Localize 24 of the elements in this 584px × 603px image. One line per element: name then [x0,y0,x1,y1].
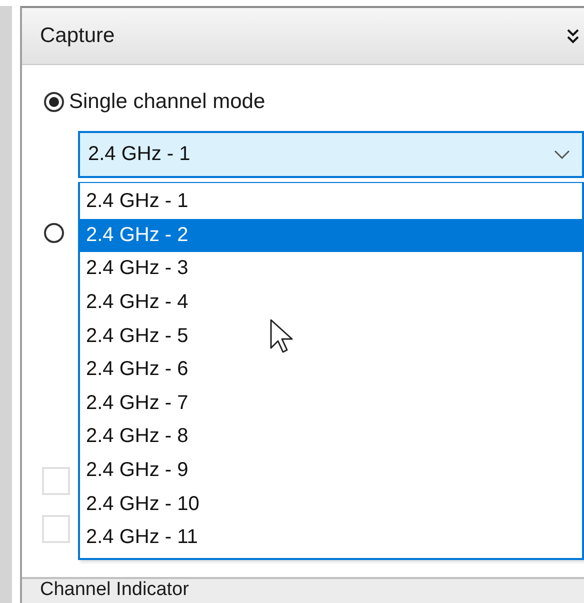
dropdown-option[interactable]: 2.4 GHz - 2 [80,218,582,252]
dropdown-option[interactable]: 2.4 GHz - 6 [80,352,582,387]
dropdown-option[interactable]: 2.4 GHz - 3 [80,252,582,286]
dropdown-option[interactable]: 2.4 GHz - 5 [80,319,582,353]
dropdown-option[interactable]: 2.4 GHz - 4 [80,286,582,320]
dropdown-option[interactable]: 2.4 GHz - 11 [80,520,582,555]
radio-button[interactable] [44,223,64,243]
channel-dropdown[interactable]: 2.4 GHz - 1 [78,131,584,178]
checkbox[interactable] [42,515,70,543]
panel-title: Capture [40,24,115,48]
panel-header[interactable]: Capture [22,8,584,65]
panel-title: Channel Indicator [40,579,189,601]
dropdown-option[interactable]: 2.4 GHz - 10 [80,487,582,521]
mouse-cursor-icon [270,319,294,355]
radio-button[interactable] [44,92,64,112]
radio-label: Single channel mode [69,90,266,114]
dropdown-option[interactable]: 2.4 GHz - 7 [80,386,582,420]
chevron-icon[interactable] [566,27,580,45]
dropdown-option[interactable]: 2.4 GHz - 8 [80,420,582,454]
checkbox[interactable] [42,467,70,495]
chevron-down-icon [554,150,570,159]
dropdown-option[interactable]: 2.4 GHz - 9 [80,454,582,488]
dropdown-option[interactable]: 2.4 GHz - 1 [80,185,582,219]
collapsed-panel-header[interactable]: Channel Indicator [22,577,584,603]
